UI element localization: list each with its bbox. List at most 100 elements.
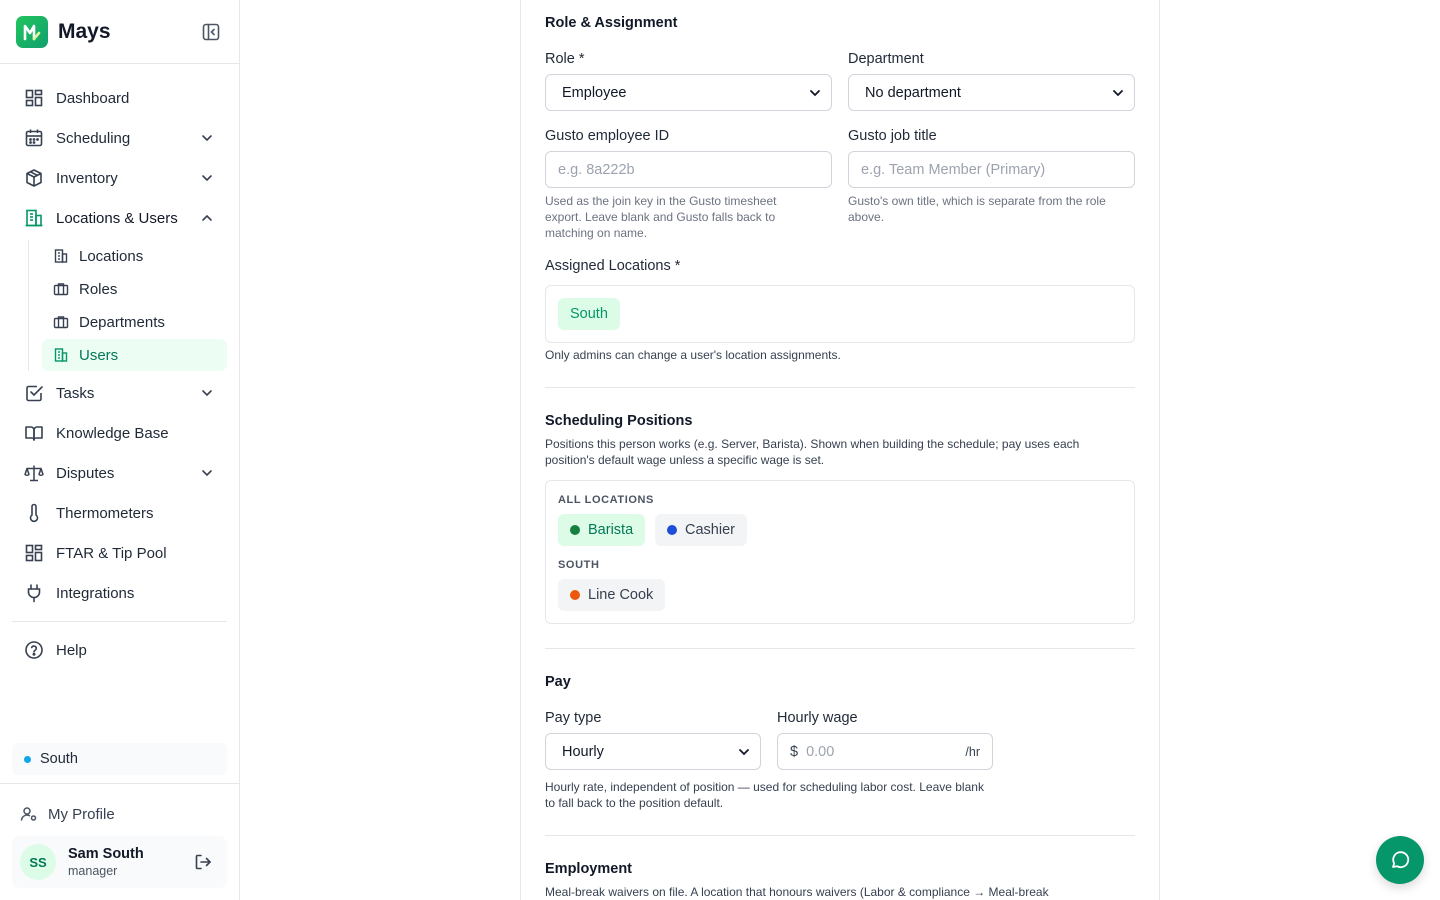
- position-group-label: SOUTH: [558, 559, 600, 571]
- sidebar-item-label: Thermometers: [56, 504, 154, 522]
- sidebar-item-ftar-tip-pool[interactable]: FTAR & Tip Pool: [12, 533, 227, 573]
- pay-help: Hourly rate, independent of position — u…: [545, 780, 984, 810]
- sidebar-item-tasks[interactable]: Tasks: [12, 373, 227, 413]
- main-nav: Dashboard Scheduling Inventory Locations…: [0, 64, 239, 670]
- sidebar-item-label: Disputes: [56, 464, 115, 482]
- avatar[interactable]: SS: [20, 844, 56, 880]
- sidebar-item-knowledge-base[interactable]: Knowledge Base: [12, 413, 227, 453]
- building-icon: [53, 347, 69, 363]
- chevron-down-icon[interactable]: [199, 170, 215, 186]
- pay-type-select[interactable]: Hourly: [545, 733, 761, 770]
- thermometer-icon: [24, 503, 44, 523]
- section-title-pay: Pay: [545, 674, 571, 690]
- sidebar-item-label: Dashboard: [56, 89, 130, 107]
- department-select-value: No department: [865, 84, 961, 101]
- sidebar-subitem-departments[interactable]: Departments: [42, 306, 227, 338]
- locations-users-subnav: Locations Roles Departments Users: [28, 240, 227, 371]
- user-role: manager: [68, 864, 118, 878]
- gusto-title-label: Gusto job title: [848, 128, 937, 144]
- position-chip-cashier[interactable]: Cashier: [655, 514, 747, 546]
- sidebar-item-integrations[interactable]: Integrations: [12, 573, 227, 613]
- assigned-locations-help: Only admins can change a user's location…: [545, 348, 841, 362]
- positions-box: ALL LOCATIONS Barista Cashier SOUTH Line…: [545, 480, 1135, 624]
- sidebar-subitem-locations[interactable]: Locations: [42, 240, 227, 272]
- chat-button[interactable]: [1376, 836, 1424, 884]
- position-chip-barista[interactable]: Barista: [558, 514, 646, 546]
- role-select[interactable]: Employee: [545, 74, 832, 111]
- role-select-value: Employee: [562, 84, 627, 101]
- section-title-employment: Employment: [545, 861, 633, 877]
- department-select[interactable]: No department: [848, 74, 1135, 111]
- brand-header: Mays: [0, 0, 239, 64]
- position-color-dot: [667, 525, 677, 535]
- current-location-selector[interactable]: South: [12, 743, 227, 775]
- assigned-locations-label: Assigned Locations *: [545, 258, 681, 274]
- grid-icon: [24, 543, 44, 563]
- current-location-label: South: [40, 751, 78, 767]
- sidebar-footer-divider: [0, 783, 239, 784]
- employment-description: Meal-break waivers on file. A location t…: [545, 885, 1049, 899]
- gusto-id-help: Used as the join key in the Gusto timesh…: [545, 194, 777, 240]
- sidebar-subitem-label: Users: [79, 346, 119, 364]
- section-title-role-assignment: Role & Assignment: [545, 15, 678, 31]
- gusto-title-help: Gusto's own title, which is separate fro…: [848, 194, 1106, 224]
- hourly-wage-label: Hourly wage: [777, 710, 858, 726]
- sidebar-subitem-roles[interactable]: Roles: [42, 273, 227, 305]
- chevron-up-icon[interactable]: [199, 210, 215, 226]
- calendar-icon: [24, 128, 44, 148]
- department-label: Department: [848, 51, 924, 67]
- gusto-title-input[interactable]: e.g. Team Member (Primary): [848, 151, 1135, 188]
- position-chip-label: Barista: [588, 522, 634, 538]
- user-card: SS Sam South manager: [12, 836, 227, 888]
- section-divider: [545, 387, 1135, 388]
- wage-unit: /hr: [965, 744, 980, 759]
- message-circle-icon: [1392, 851, 1410, 869]
- package-icon: [24, 168, 44, 188]
- my-profile-label: My Profile: [48, 805, 115, 823]
- sidebar-item-label: Locations & Users: [56, 209, 178, 227]
- position-chip-label: Line Cook: [588, 587, 654, 603]
- sidebar: Mays Dashboard Scheduling Inventory Loca…: [0, 0, 240, 900]
- sidebar-item-label: FTAR & Tip Pool: [56, 544, 167, 562]
- logout-icon[interactable]: [193, 852, 213, 872]
- app-logo-icon[interactable]: [16, 15, 48, 48]
- positions-description: Positions this person works (e.g. Server…: [545, 437, 1080, 467]
- chevron-down-icon[interactable]: [199, 465, 215, 481]
- collapse-sidebar-icon[interactable]: [199, 20, 223, 44]
- currency-symbol: $: [790, 743, 799, 760]
- sidebar-item-dashboard[interactable]: Dashboard: [12, 78, 227, 118]
- position-group-label: ALL LOCATIONS: [558, 494, 654, 506]
- sidebar-item-scheduling[interactable]: Scheduling: [12, 118, 227, 158]
- book-open-icon: [24, 423, 44, 443]
- sidebar-item-label: Scheduling: [56, 129, 131, 147]
- checkbox-icon: [24, 383, 44, 403]
- sidebar-item-label: Inventory: [56, 169, 118, 187]
- app-name: Mays: [58, 19, 111, 43]
- sidebar-item-locations-users[interactable]: Locations & Users: [12, 198, 227, 238]
- user-meta: Sam South manager: [68, 846, 144, 878]
- gusto-id-label: Gusto employee ID: [545, 128, 670, 144]
- chevron-down-icon[interactable]: [199, 130, 215, 146]
- chevron-down-icon: [1112, 87, 1124, 99]
- sidebar-subitem-users[interactable]: Users: [42, 339, 227, 371]
- chevron-down-icon[interactable]: [199, 385, 215, 401]
- sidebar-item-label: Tasks: [56, 384, 95, 402]
- sidebar-item-inventory[interactable]: Inventory: [12, 158, 227, 198]
- sidebar-item-disputes[interactable]: Disputes: [12, 453, 227, 493]
- position-color-dot: [570, 590, 580, 600]
- role-label: Role *: [545, 51, 585, 67]
- position-chip-label: Cashier: [685, 522, 735, 538]
- position-chip-line-cook[interactable]: Line Cook: [558, 579, 666, 611]
- section-title-scheduling-positions: Scheduling Positions: [545, 413, 693, 429]
- plug-icon: [24, 583, 44, 603]
- sidebar-item-thermometers[interactable]: Thermometers: [12, 493, 227, 533]
- sidebar-subitem-label: Roles: [79, 280, 118, 298]
- sidebar-item-help[interactable]: Help: [12, 630, 227, 670]
- gusto-id-input[interactable]: e.g. 8a222b: [545, 151, 832, 188]
- hourly-wage-input[interactable]: $ 0.00 /hr: [777, 733, 993, 770]
- my-profile-link[interactable]: My Profile: [12, 800, 123, 828]
- location-status-dot: [24, 755, 31, 763]
- hourly-wage-placeholder: 0.00: [806, 743, 835, 760]
- section-divider: [545, 648, 1135, 649]
- location-chip: South: [558, 298, 620, 330]
